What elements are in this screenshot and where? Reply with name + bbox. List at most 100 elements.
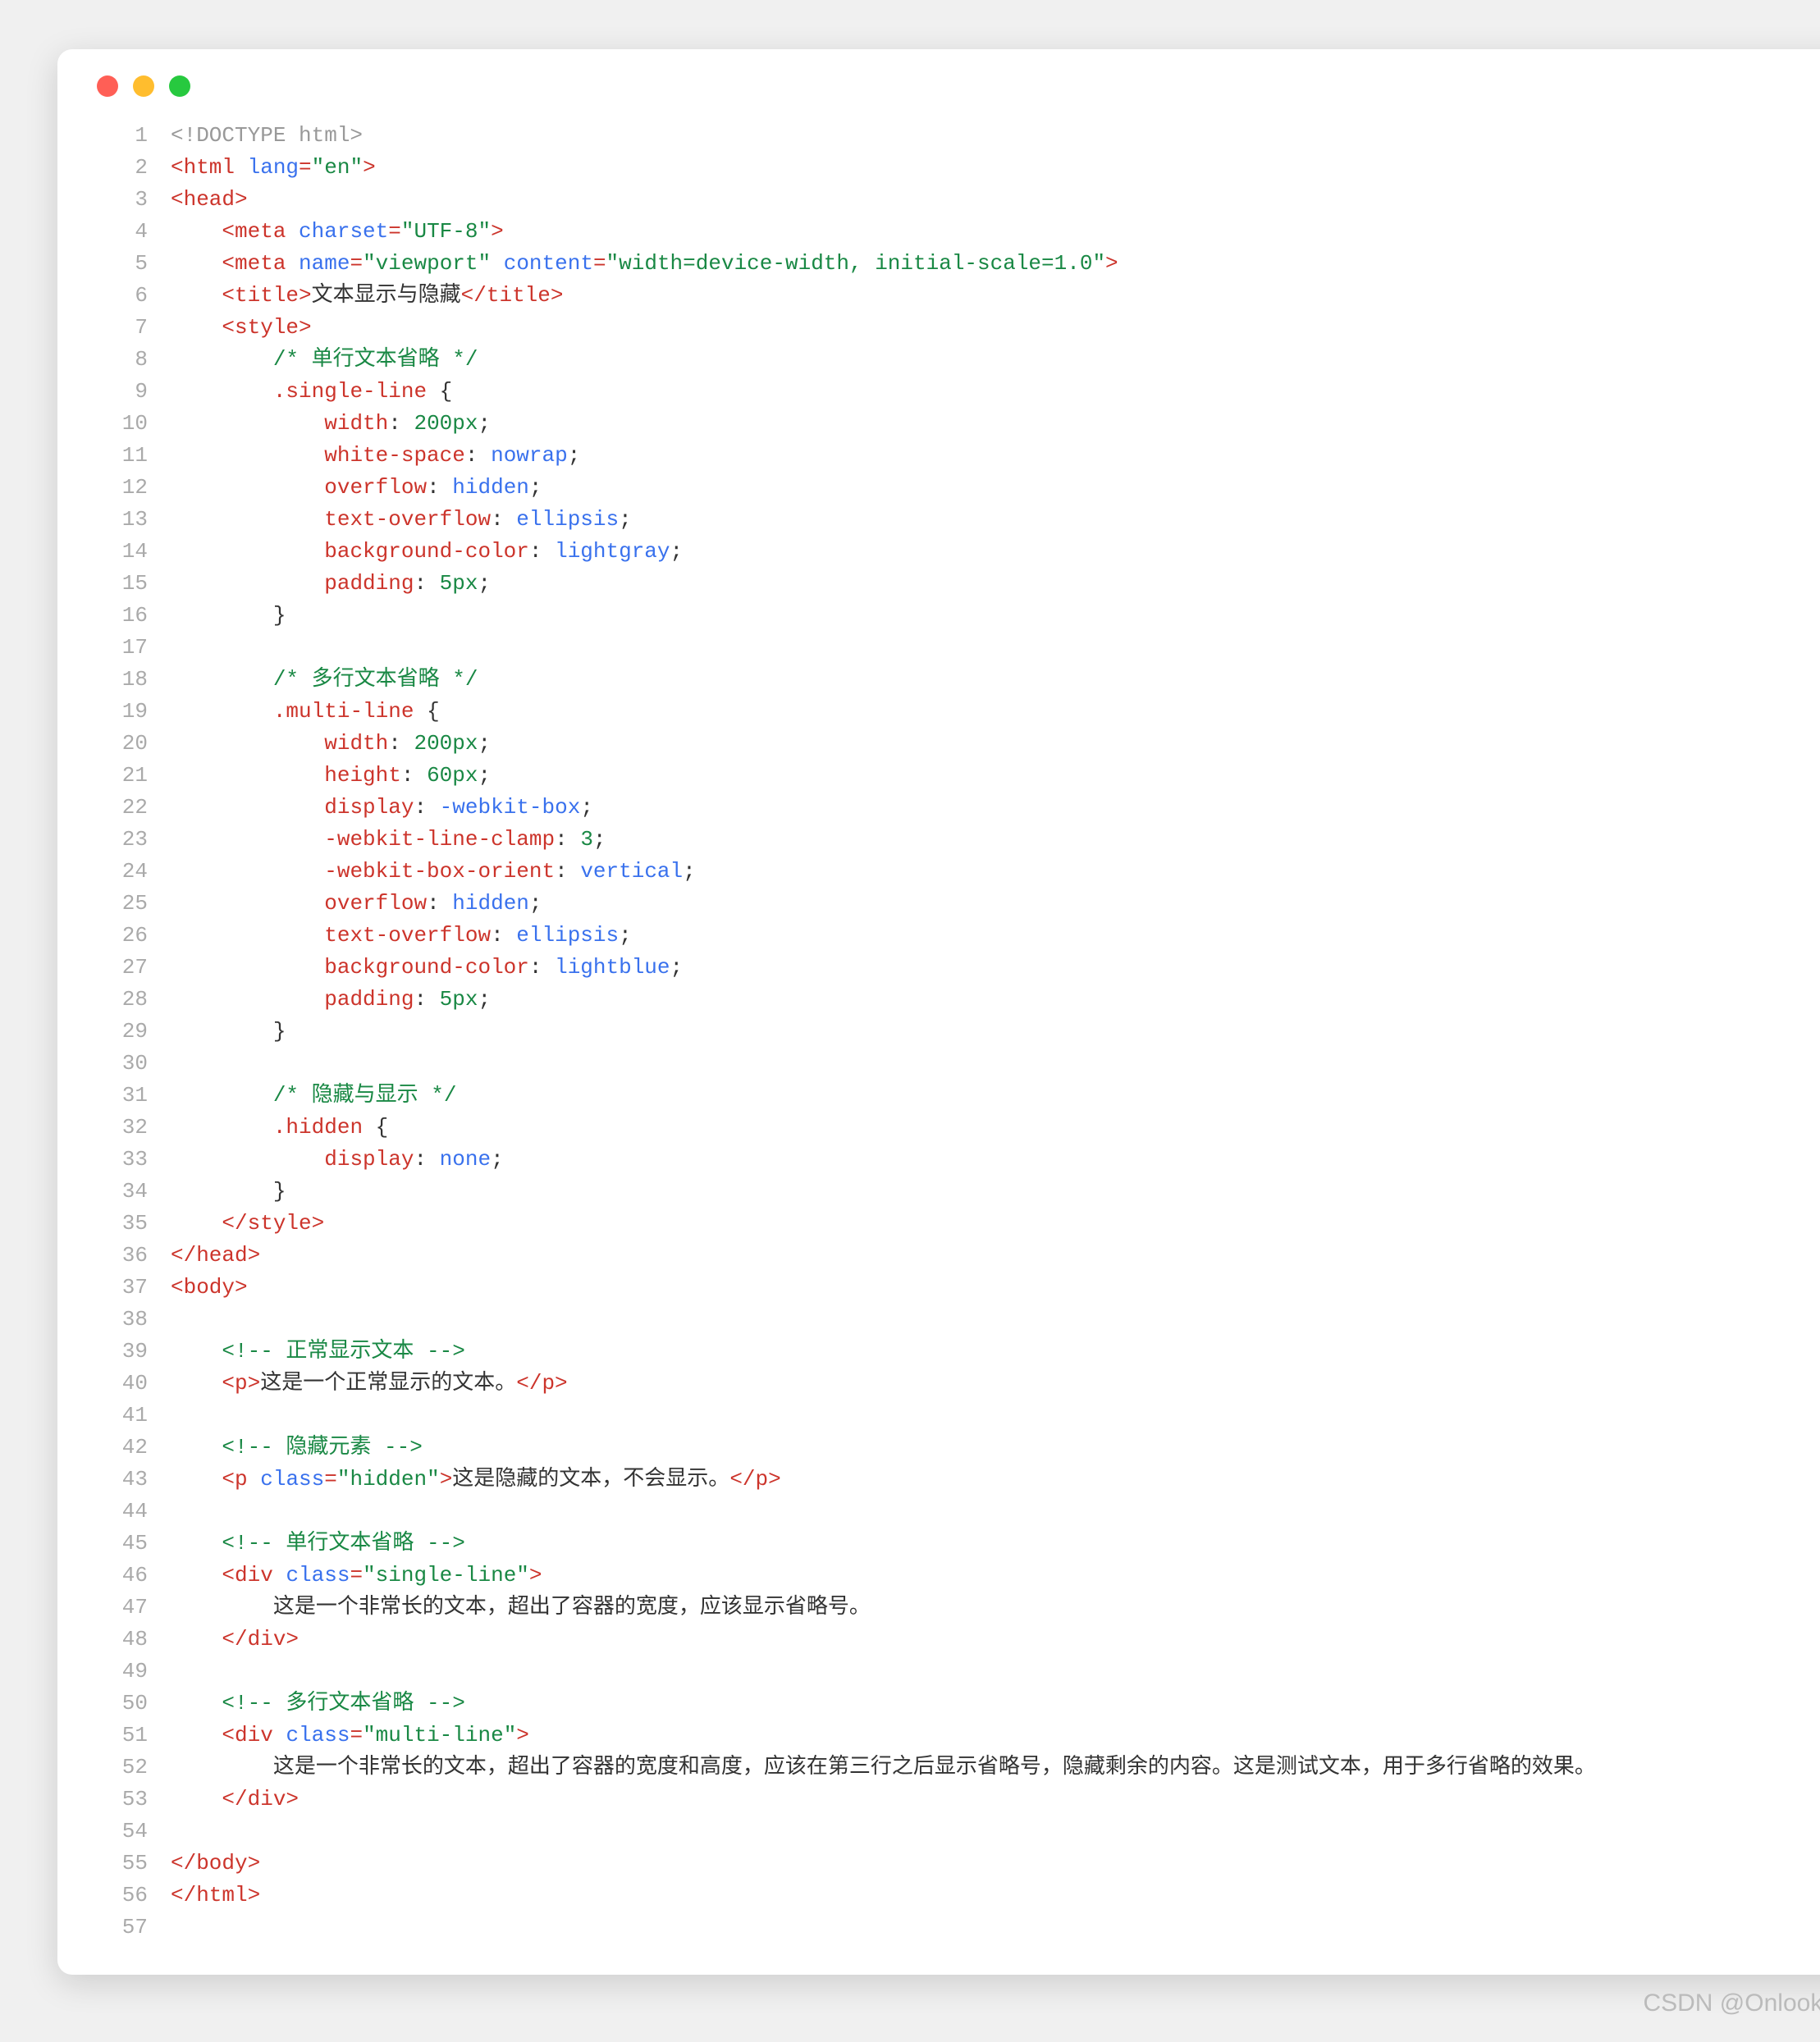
line-content [171,1496,1820,1528]
line-number: 39 [97,1336,171,1368]
code-line: 16 } [97,600,1820,632]
close-icon[interactable] [97,75,118,97]
line-number: 16 [97,600,171,632]
line-content: <meta name="viewport" content="width=dev… [171,248,1820,280]
line-number: 9 [97,376,171,408]
code-line: 9 .single-line { [97,376,1820,408]
code-line: 23 -webkit-line-clamp: 3; [97,824,1820,856]
line-number: 52 [97,1752,171,1784]
line-number: 19 [97,696,171,728]
code-line: 53 </div> [97,1784,1820,1816]
code-line: 7 <style> [97,312,1820,344]
line-number: 15 [97,568,171,600]
line-number: 28 [97,984,171,1016]
code-line: 39 <!-- 正常显示文本 --> [97,1336,1820,1368]
line-content: width: 200px; [171,728,1820,760]
line-number: 27 [97,952,171,984]
line-content: .multi-line { [171,696,1820,728]
code-line: 35 </style> [97,1208,1820,1240]
code-line: 6 <title>文本显示与隐藏</title> [97,280,1820,312]
line-content: <div class="multi-line"> [171,1720,1820,1752]
line-content: <style> [171,312,1820,344]
line-number: 35 [97,1208,171,1240]
line-number: 45 [97,1528,171,1560]
line-content: <!-- 单行文本省略 --> [171,1528,1820,1560]
line-number: 55 [97,1848,171,1880]
code-line: 50 <!-- 多行文本省略 --> [97,1688,1820,1720]
line-content: </div> [171,1624,1820,1656]
line-content [171,632,1820,664]
maximize-icon[interactable] [169,75,190,97]
line-content: display: -webkit-box; [171,792,1820,824]
code-line: 28 padding: 5px; [97,984,1820,1016]
code-line: 4 <meta charset="UTF-8"> [97,216,1820,248]
line-content [171,1912,1820,1944]
line-number: 56 [97,1880,171,1912]
code-line: 47 这是一个非常长的文本，超出了容器的宽度，应该显示省略号。 [97,1592,1820,1624]
code-line: 21 height: 60px; [97,760,1820,792]
line-content [171,1304,1820,1336]
line-content: <!DOCTYPE html> [171,120,1820,152]
line-number: 2 [97,152,171,184]
code-line: 44 [97,1496,1820,1528]
line-number: 48 [97,1624,171,1656]
line-number: 29 [97,1016,171,1048]
line-number: 26 [97,920,171,952]
line-content: display: none; [171,1144,1820,1176]
line-number: 14 [97,536,171,568]
line-number: 11 [97,440,171,472]
line-content: .single-line { [171,376,1820,408]
code-line: 51 <div class="multi-line"> [97,1720,1820,1752]
line-number: 49 [97,1656,171,1688]
line-content [171,1048,1820,1080]
minimize-icon[interactable] [133,75,154,97]
code-line: 56</html> [97,1880,1820,1912]
line-number: 21 [97,760,171,792]
code-line: 38 [97,1304,1820,1336]
line-number: 32 [97,1112,171,1144]
code-line: 40 <p>这是一个正常显示的文本。</p> [97,1368,1820,1400]
code-line: 32 .hidden { [97,1112,1820,1144]
code-line: 19 .multi-line { [97,696,1820,728]
line-number: 7 [97,312,171,344]
line-content: </body> [171,1848,1820,1880]
line-number: 37 [97,1272,171,1304]
code-line: 27 background-color: lightblue; [97,952,1820,984]
line-content: <p class="hidden">这是隐藏的文本，不会显示。</p> [171,1464,1820,1496]
line-content: <!-- 正常显示文本 --> [171,1336,1820,1368]
line-number: 54 [97,1816,171,1848]
line-number: 34 [97,1176,171,1208]
code-line: 13 text-overflow: ellipsis; [97,504,1820,536]
code-line: 22 display: -webkit-box; [97,792,1820,824]
line-content: </head> [171,1240,1820,1272]
code-window: 1<!DOCTYPE html>2<html lang="en">3<head>… [57,49,1820,1975]
line-content: } [171,1176,1820,1208]
line-number: 8 [97,344,171,376]
line-content: white-space: nowrap; [171,440,1820,472]
line-content: text-overflow: ellipsis; [171,920,1820,952]
line-number: 17 [97,632,171,664]
line-number: 10 [97,408,171,440]
code-line: 36</head> [97,1240,1820,1272]
code-line: 12 overflow: hidden; [97,472,1820,504]
code-line: 5 <meta name="viewport" content="width=d… [97,248,1820,280]
line-number: 50 [97,1688,171,1720]
code-line: 11 white-space: nowrap; [97,440,1820,472]
line-number: 53 [97,1784,171,1816]
line-number: 18 [97,664,171,696]
line-number: 20 [97,728,171,760]
line-content: <div class="single-line"> [171,1560,1820,1592]
code-line: 2<html lang="en"> [97,152,1820,184]
line-number: 23 [97,824,171,856]
code-line: 46 <div class="single-line"> [97,1560,1820,1592]
code-line: 25 overflow: hidden; [97,888,1820,920]
line-number: 33 [97,1144,171,1176]
code-line: 26 text-overflow: ellipsis; [97,920,1820,952]
code-line: 55</body> [97,1848,1820,1880]
line-number: 43 [97,1464,171,1496]
code-line: 34 } [97,1176,1820,1208]
line-content: </style> [171,1208,1820,1240]
line-number: 41 [97,1400,171,1432]
line-number: 13 [97,504,171,536]
line-number: 4 [97,216,171,248]
